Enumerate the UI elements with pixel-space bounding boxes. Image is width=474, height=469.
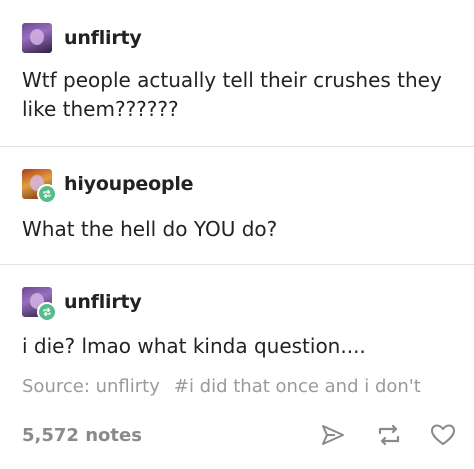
post-header: unflirty: [22, 23, 142, 53]
username[interactable]: unflirty: [64, 27, 142, 49]
heart-icon[interactable]: [428, 420, 458, 450]
post-header: hiyoupeople: [22, 169, 194, 204]
reblog-badge-icon: [37, 302, 57, 322]
divider: [0, 264, 474, 265]
paper-plane-icon[interactable]: [318, 420, 348, 450]
divider: [0, 146, 474, 147]
source-line: Source: unflirty #i did that once and i d…: [22, 376, 474, 397]
reblog-badge-icon: [37, 184, 57, 204]
tag-link[interactable]: #i did that once and i don't: [174, 376, 421, 397]
post-text: What the hell do YOU do?: [22, 217, 278, 241]
avatar[interactable]: [22, 23, 52, 53]
post-text: Wtf people actually tell their crushes t…: [22, 68, 442, 121]
username[interactable]: hiyoupeople: [64, 173, 194, 195]
source-link[interactable]: Source: unflirty: [22, 376, 160, 397]
avatar[interactable]: [22, 287, 57, 322]
reblog-icon[interactable]: [374, 420, 404, 450]
post-text: i die? lmao what kinda question....: [22, 334, 366, 358]
avatar[interactable]: [22, 169, 57, 204]
post-header: unflirty: [22, 287, 142, 322]
notes-count[interactable]: 5,572 notes: [22, 425, 142, 446]
username[interactable]: unflirty: [64, 291, 142, 313]
